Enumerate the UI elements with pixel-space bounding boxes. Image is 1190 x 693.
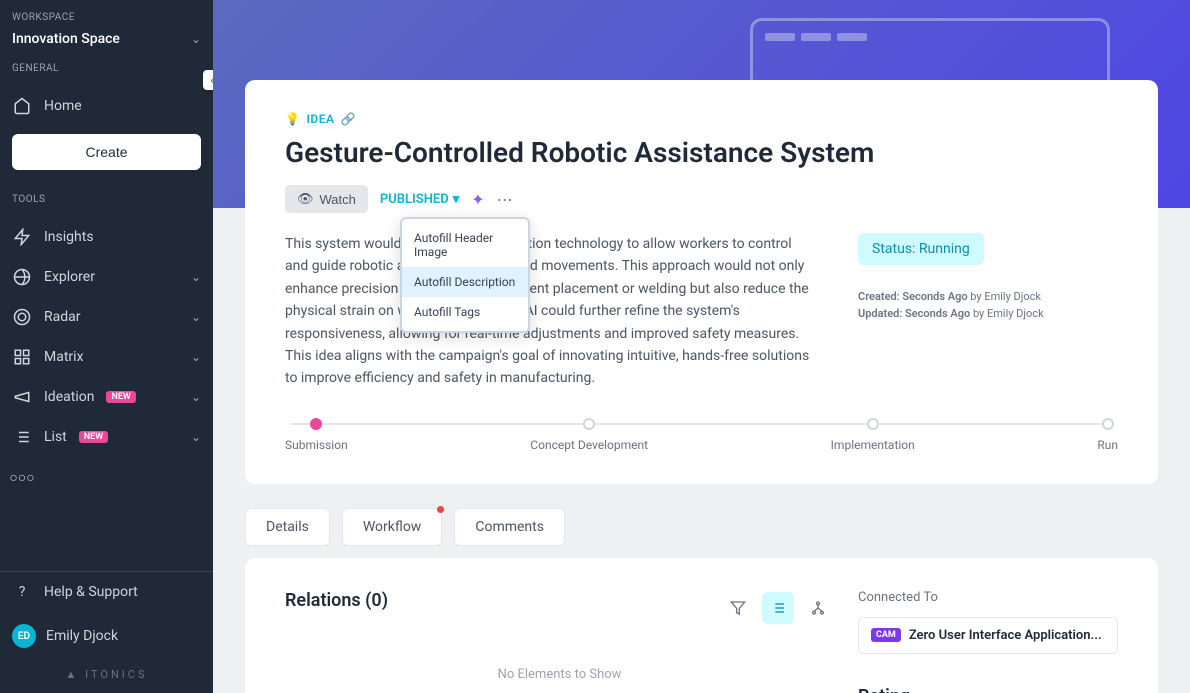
insights-label: Insights: [44, 229, 94, 245]
progress-tracker: Submission Concept Development Implement…: [285, 418, 1118, 452]
connected-item[interactable]: CAM Zero User Interface Application...: [858, 617, 1118, 654]
idea-description: This system would use gesture recognitio…: [285, 233, 818, 390]
sidebar-item-home[interactable]: Home: [0, 86, 213, 126]
sidebar-item-list[interactable]: List NEW ⌄: [0, 417, 213, 457]
user-name: Emily Djock: [46, 628, 118, 644]
sidebar-item-ideation[interactable]: Ideation NEW ⌄: [0, 377, 213, 417]
avatar: ED: [12, 624, 36, 648]
help-icon: ?: [12, 582, 32, 602]
step-concept[interactable]: Concept Development: [530, 418, 648, 452]
home-label: Home: [44, 98, 82, 114]
watch-label: Watch: [320, 192, 356, 207]
created-meta: Created: Seconds Ago by Emily Djock Upda…: [858, 289, 1118, 322]
autofill-tags[interactable]: Autofill Tags: [402, 297, 528, 327]
tools-label: TOOLS: [12, 194, 201, 205]
watch-button[interactable]: 👁 Watch: [285, 185, 368, 213]
list-label: List: [44, 429, 67, 445]
radar-label: Radar: [44, 309, 81, 325]
chevron-down-icon: ⌄: [191, 32, 201, 46]
help-label: Help & Support: [44, 584, 138, 600]
more-button[interactable]: ⋯: [497, 190, 513, 209]
idea-tag: 💡 IDEA 🔗: [285, 112, 1118, 126]
notification-dot: [437, 506, 444, 513]
tab-details[interactable]: Details: [245, 508, 330, 546]
relations-card: Relations (0) No Elements to Show —Relat…: [245, 558, 1158, 693]
more-icon: ○○○: [12, 467, 32, 487]
autofill-dropdown: Autofill Header Image Autofill Descripti…: [400, 217, 530, 333]
step-submission[interactable]: Submission: [285, 418, 348, 452]
sidebar-item-explorer[interactable]: Explorer ⌄: [0, 257, 213, 297]
home-icon: [12, 96, 32, 116]
tab-comments[interactable]: Comments: [454, 508, 565, 546]
radar-icon: [12, 307, 32, 327]
cam-badge: CAM: [871, 628, 901, 642]
bolt-icon: [12, 227, 32, 247]
matrix-label: Matrix: [44, 349, 84, 365]
tab-workflow[interactable]: Workflow: [342, 508, 443, 546]
list-icon: [12, 427, 32, 447]
published-dropdown[interactable]: PUBLISHED ▾: [380, 192, 459, 207]
rating-title: Rating: [858, 686, 1118, 693]
caret-down-icon: ▾: [453, 192, 460, 207]
new-badge: NEW: [106, 391, 135, 403]
chevron-down-icon: ⌄: [191, 310, 201, 324]
user-menu[interactable]: ED Emily Djock: [0, 612, 213, 660]
new-badge: NEW: [79, 431, 108, 443]
ideation-label: Ideation: [44, 389, 94, 405]
eye-icon: 👁: [297, 191, 314, 207]
step-implementation[interactable]: Implementation: [831, 418, 915, 452]
connected-item-text: Zero User Interface Application...: [909, 628, 1102, 643]
sparkle-button[interactable]: ✦: [471, 190, 484, 209]
megaphone-icon: [12, 387, 32, 407]
chevron-down-icon: ⌄: [191, 270, 201, 284]
tabs: Details Workflow Comments: [245, 508, 1158, 546]
list-view-button[interactable]: [762, 592, 794, 624]
relations-title: Relations (0): [285, 590, 388, 611]
step-run[interactable]: Run: [1097, 418, 1118, 452]
status-badge: Status: Running: [858, 233, 984, 265]
create-button[interactable]: Create: [12, 134, 201, 170]
lightbulb-icon: 💡: [285, 112, 300, 126]
chevron-down-icon: ⌄: [191, 390, 201, 404]
sidebar-item-insights[interactable]: Insights: [0, 217, 213, 257]
general-label: GENERAL: [12, 63, 201, 74]
globe-icon: [12, 267, 32, 287]
grid-icon: [12, 347, 32, 367]
autofill-description[interactable]: Autofill Description: [402, 267, 528, 297]
idea-tag-text: IDEA: [306, 112, 334, 126]
sidebar-item-radar[interactable]: Radar ⌄: [0, 297, 213, 337]
brand-logo: ▲ ITONICS: [0, 660, 213, 693]
connected-to-label: Connected To: [858, 590, 1118, 605]
sidebar-item-matrix[interactable]: Matrix ⌄: [0, 337, 213, 377]
page-title: Gesture-Controlled Robotic Assistance Sy…: [285, 136, 1118, 169]
published-label: PUBLISHED: [380, 192, 449, 207]
explorer-label: Explorer: [44, 269, 95, 285]
link-icon[interactable]: 🔗: [341, 112, 356, 126]
workspace-selector[interactable]: Innovation Space ⌄: [12, 31, 201, 47]
main-content: 💡 IDEA 🔗 Gesture-Controlled Robotic Assi…: [213, 0, 1190, 693]
filter-button[interactable]: [722, 592, 754, 624]
tree-view-button[interactable]: [802, 592, 834, 624]
autofill-header-image[interactable]: Autofill Header Image: [402, 223, 528, 267]
empty-state: No Elements to Show: [285, 647, 834, 693]
workspace-name: Innovation Space: [12, 31, 120, 47]
chevron-down-icon: ⌄: [191, 430, 201, 444]
chevron-down-icon: ⌄: [191, 350, 201, 364]
help-support[interactable]: ? Help & Support: [0, 572, 213, 612]
workspace-label: WORKSPACE: [12, 12, 201, 23]
sidebar-more[interactable]: ○○○: [0, 457, 213, 497]
idea-card: 💡 IDEA 🔗 Gesture-Controlled Robotic Assi…: [245, 80, 1158, 484]
sidebar: WORKSPACE Innovation Space ⌄ « GENERAL H…: [0, 0, 213, 693]
